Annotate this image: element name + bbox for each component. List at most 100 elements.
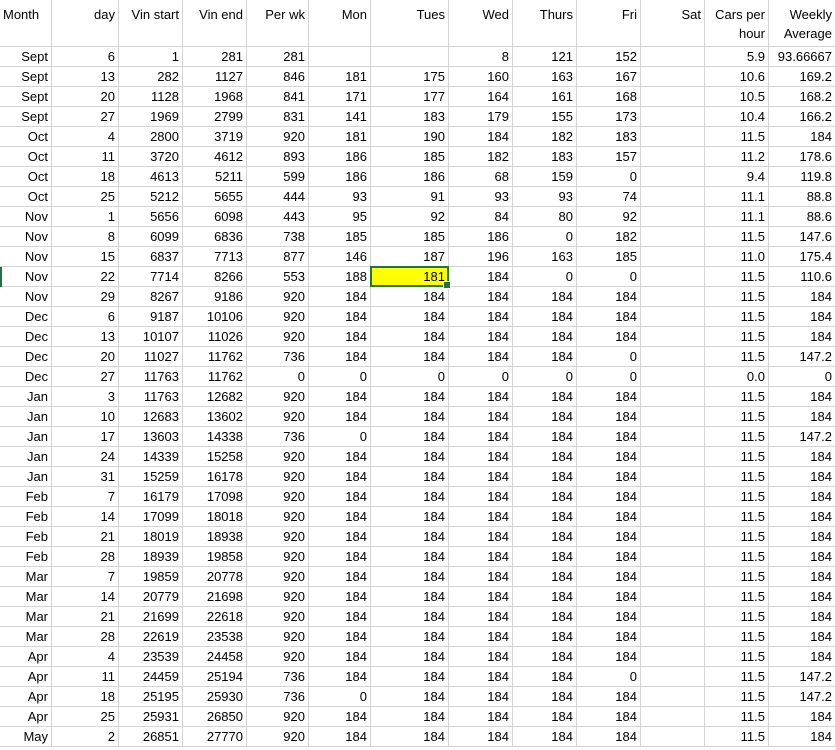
cell-wed[interactable]: 184: [449, 267, 513, 287]
cell-tues[interactable]: 184: [371, 587, 449, 607]
cell-month[interactable]: Oct: [0, 187, 52, 207]
cell-per-wk[interactable]: 831: [247, 107, 309, 127]
cell-per-wk[interactable]: 920: [247, 567, 309, 587]
cell-cars-per-hour[interactable]: 11.5: [705, 127, 769, 147]
cell-wed[interactable]: 184: [449, 307, 513, 327]
cell-month[interactable]: Nov: [0, 207, 52, 227]
cell-thurs[interactable]: 184: [513, 447, 577, 467]
cell-cars-per-hour[interactable]: 11.5: [705, 727, 769, 747]
cell-wed[interactable]: 184: [449, 287, 513, 307]
cell-per-wk[interactable]: 920: [247, 707, 309, 727]
cell-thurs[interactable]: 184: [513, 647, 577, 667]
cell-sat[interactable]: [641, 727, 705, 747]
cell-vin-end[interactable]: 7713: [183, 247, 247, 267]
cell-tues[interactable]: 184: [371, 347, 449, 367]
cell-day[interactable]: 11: [52, 667, 119, 687]
cell-mon[interactable]: 184: [309, 567, 371, 587]
cell-vin-start[interactable]: 16179: [119, 487, 183, 507]
cell-mon[interactable]: [309, 47, 371, 67]
cell-day[interactable]: 10: [52, 407, 119, 427]
cell-wed[interactable]: 184: [449, 727, 513, 747]
cell-per-wk[interactable]: 920: [247, 527, 309, 547]
cell-vin-end[interactable]: 3719: [183, 127, 247, 147]
cell-sat[interactable]: [641, 347, 705, 367]
cell-weekly-average[interactable]: 184: [769, 607, 836, 627]
cell-weekly-average[interactable]: 184: [769, 447, 836, 467]
cell-per-wk[interactable]: 736: [247, 667, 309, 687]
cell-day[interactable]: 3: [52, 387, 119, 407]
cell-day[interactable]: 13: [52, 327, 119, 347]
cell-sat[interactable]: [641, 567, 705, 587]
header-sat[interactable]: Sat: [641, 0, 705, 47]
cell-vin-start[interactable]: 282: [119, 67, 183, 87]
cell-sat[interactable]: [641, 127, 705, 147]
cell-month[interactable]: Jan: [0, 427, 52, 447]
cell-weekly-average[interactable]: 147.2: [769, 347, 836, 367]
cell-cars-per-hour[interactable]: 11.5: [705, 527, 769, 547]
cell-mon[interactable]: 141: [309, 107, 371, 127]
cell-mon[interactable]: 184: [309, 547, 371, 567]
cell-weekly-average[interactable]: 88.8: [769, 187, 836, 207]
cell-thurs[interactable]: 0: [513, 267, 577, 287]
cell-vin-start[interactable]: 17099: [119, 507, 183, 527]
cell-thurs[interactable]: 184: [513, 487, 577, 507]
cell-wed[interactable]: 0: [449, 367, 513, 387]
cell-vin-start[interactable]: 15259: [119, 467, 183, 487]
cell-cars-per-hour[interactable]: 0.0: [705, 367, 769, 387]
cell-mon[interactable]: 0: [309, 687, 371, 707]
cell-fri[interactable]: 184: [577, 527, 641, 547]
cell-cars-per-hour[interactable]: 10.5: [705, 87, 769, 107]
cell-day[interactable]: 27: [52, 367, 119, 387]
cell-cars-per-hour[interactable]: 11.5: [705, 307, 769, 327]
cell-sat[interactable]: [641, 627, 705, 647]
cell-fri[interactable]: 184: [577, 407, 641, 427]
cell-vin-start[interactable]: 4613: [119, 167, 183, 187]
cell-tues[interactable]: 184: [371, 727, 449, 747]
cell-cars-per-hour[interactable]: 11.1: [705, 207, 769, 227]
cell-day[interactable]: 15: [52, 247, 119, 267]
cell-per-wk[interactable]: 0: [247, 367, 309, 387]
cell-fri[interactable]: 0: [577, 667, 641, 687]
cell-tues[interactable]: 184: [371, 467, 449, 487]
header-thurs[interactable]: Thurs: [513, 0, 577, 47]
cell-vin-start[interactable]: 11027: [119, 347, 183, 367]
cell-tues[interactable]: 184: [371, 407, 449, 427]
cell-vin-end[interactable]: 6098: [183, 207, 247, 227]
cell-weekly-average[interactable]: 184: [769, 127, 836, 147]
cell-vin-start[interactable]: 22619: [119, 627, 183, 647]
cell-day[interactable]: 28: [52, 627, 119, 647]
cell-vin-start[interactable]: 11763: [119, 367, 183, 387]
cell-vin-start[interactable]: 11763: [119, 387, 183, 407]
cell-thurs[interactable]: 183: [513, 147, 577, 167]
cell-thurs[interactable]: 184: [513, 547, 577, 567]
cell-fri[interactable]: 0: [577, 347, 641, 367]
cell-weekly-average[interactable]: 184: [769, 467, 836, 487]
cell-vin-end[interactable]: 281: [183, 47, 247, 67]
cell-vin-start[interactable]: 5212: [119, 187, 183, 207]
cell-vin-start[interactable]: 20779: [119, 587, 183, 607]
cell-fri[interactable]: 184: [577, 607, 641, 627]
cell-vin-end[interactable]: 4612: [183, 147, 247, 167]
cell-sat[interactable]: [641, 467, 705, 487]
cell-thurs[interactable]: 184: [513, 667, 577, 687]
cell-vin-start[interactable]: 5656: [119, 207, 183, 227]
cell-mon[interactable]: 184: [309, 327, 371, 347]
cell-thurs[interactable]: 163: [513, 247, 577, 267]
cell-cars-per-hour[interactable]: 9.4: [705, 167, 769, 187]
cell-vin-start[interactable]: 12683: [119, 407, 183, 427]
header-vin-start[interactable]: Vin start: [119, 0, 183, 47]
cell-cars-per-hour[interactable]: 5.9: [705, 47, 769, 67]
cell-sat[interactable]: [641, 527, 705, 547]
cell-weekly-average[interactable]: 147.2: [769, 427, 836, 447]
cell-tues[interactable]: 184: [371, 547, 449, 567]
cell-sat[interactable]: [641, 107, 705, 127]
cell-fri[interactable]: 0: [577, 367, 641, 387]
cell-month[interactable]: Nov: [0, 247, 52, 267]
cell-mon[interactable]: 184: [309, 447, 371, 467]
cell-mon[interactable]: 184: [309, 707, 371, 727]
cell-weekly-average[interactable]: 119.8: [769, 167, 836, 187]
cell-wed[interactable]: 184: [449, 467, 513, 487]
cell-per-wk[interactable]: 444: [247, 187, 309, 207]
cell-sat[interactable]: [641, 707, 705, 727]
cell-wed[interactable]: 68: [449, 167, 513, 187]
